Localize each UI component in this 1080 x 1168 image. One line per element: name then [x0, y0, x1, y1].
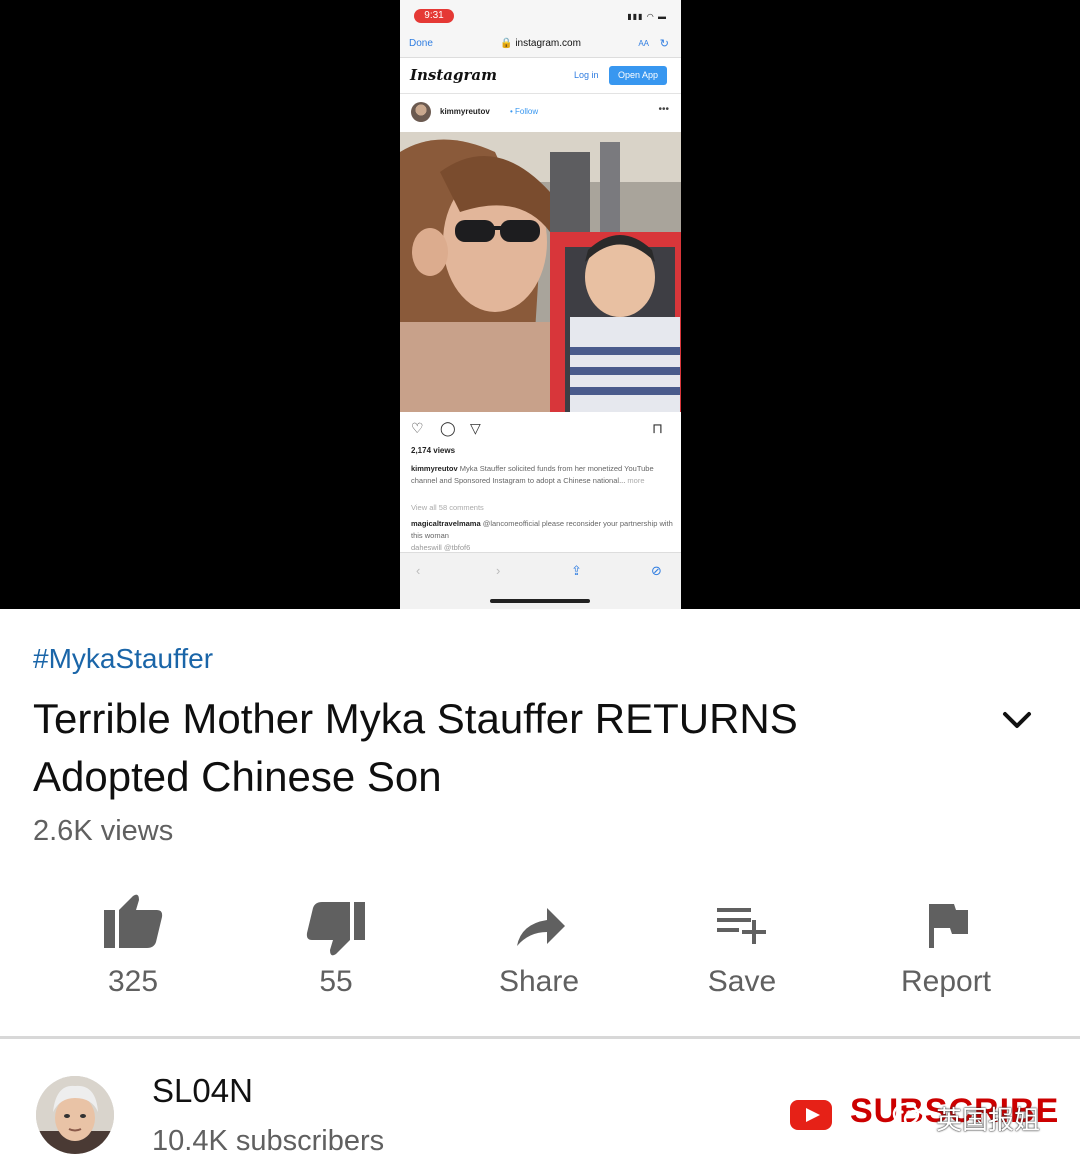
subscriber-count: 10.4K subscribers: [152, 1125, 385, 1157]
youtube-logo-icon: [790, 1100, 832, 1130]
thumbs-down-icon: [236, 890, 436, 960]
view-count: 2.6K views: [33, 815, 174, 847]
compass-icon: ⊘: [651, 563, 662, 578]
instagram-header: Instagram Log in Open App: [400, 58, 681, 94]
report-label: Report: [900, 965, 992, 998]
dislike-count: 55: [319, 965, 353, 998]
expand-description-button[interactable]: [1000, 708, 1034, 732]
like-button[interactable]: 325: [33, 885, 233, 1015]
video-player[interactable]: 9:31 ▮▮▮ ◠ ▬ Done 🔒 instagram.com AA ↻ I…: [0, 0, 1080, 609]
like-count: 325: [107, 965, 159, 998]
post-username: kimmyreutov: [440, 107, 490, 116]
post-action-bar: ♡ ◯ ▽ ⊓: [400, 420, 681, 440]
view-comments-link: View all 58 comments: [411, 503, 484, 512]
back-icon: ‹: [416, 563, 421, 578]
post-caption: kimmyreutov Myka Stauffer solicited fund…: [411, 464, 654, 485]
heart-icon: ♡: [411, 420, 424, 436]
post-photo: [400, 132, 681, 412]
post-header: kimmyreutov • Follow •••: [400, 94, 681, 132]
video-title: Terrible Mother Myka Stauffer RETURNS Ad…: [33, 695, 798, 800]
browser-url-bar: Done 🔒 instagram.com AA ↻: [400, 30, 681, 58]
channel-name[interactable]: SL04N: [152, 1072, 253, 1110]
browser-toolbar: ‹ › ⇪ ⊘: [400, 552, 681, 609]
video-hashtag-link[interactable]: #MykaStauffer: [33, 643, 213, 675]
report-button[interactable]: Report: [846, 885, 1046, 1015]
wechat-watermark-icon: [892, 1101, 928, 1131]
home-indicator: [490, 599, 590, 603]
post-avatar: [411, 102, 431, 122]
video-action-bar: 325 55 Share Save Report: [0, 885, 1080, 1015]
post-comment-truncated: daheswill @tbfof6: [411, 543, 471, 552]
phone-status-bar: 9:31 ▮▮▮ ◠ ▬: [400, 0, 681, 30]
save-label: Save: [707, 965, 777, 998]
chevron-down-icon: [1003, 712, 1031, 728]
instagram-logo: Instagram: [410, 66, 497, 84]
post-comment: magicaltravelmama @lancomeofficial pleas…: [411, 519, 673, 540]
channel-avatar[interactable]: [36, 1076, 114, 1154]
instagram-open-app-button: Open App: [609, 66, 667, 85]
watermark-text: 英国报姐: [936, 1105, 1041, 1135]
status-time: 9:31: [414, 9, 454, 23]
phone-screen-recording: 9:31 ▮▮▮ ◠ ▬ Done 🔒 instagram.com AA ↻ I…: [400, 0, 681, 609]
post-follow-link: • Follow: [510, 107, 539, 116]
post-view-count: 2,174 views: [411, 446, 456, 455]
share-label: Share: [498, 965, 580, 998]
share-sheet-icon: ⇪: [571, 563, 582, 578]
flag-icon: [846, 890, 1046, 960]
playlist-add-icon: [642, 890, 842, 960]
reader-aa-button: AA: [638, 39, 649, 48]
reload-icon: ↻: [659, 38, 669, 50]
comment-icon: ◯: [440, 420, 456, 436]
share-button[interactable]: Share: [439, 885, 639, 1015]
bookmark-icon: ⊓: [652, 420, 663, 436]
forward-icon: ›: [496, 563, 501, 578]
instagram-login-link: Log in: [574, 70, 599, 80]
send-icon: ▽: [470, 420, 481, 436]
signal-wifi-battery-icon: ▮▮▮ ◠ ▬: [627, 12, 667, 21]
section-divider: [0, 1036, 1080, 1039]
dislike-button[interactable]: 55: [236, 885, 436, 1015]
share-arrow-icon: [439, 890, 639, 960]
thumbs-up-icon: [33, 890, 233, 960]
save-button[interactable]: Save: [642, 885, 842, 1015]
more-options-icon: •••: [658, 104, 669, 115]
